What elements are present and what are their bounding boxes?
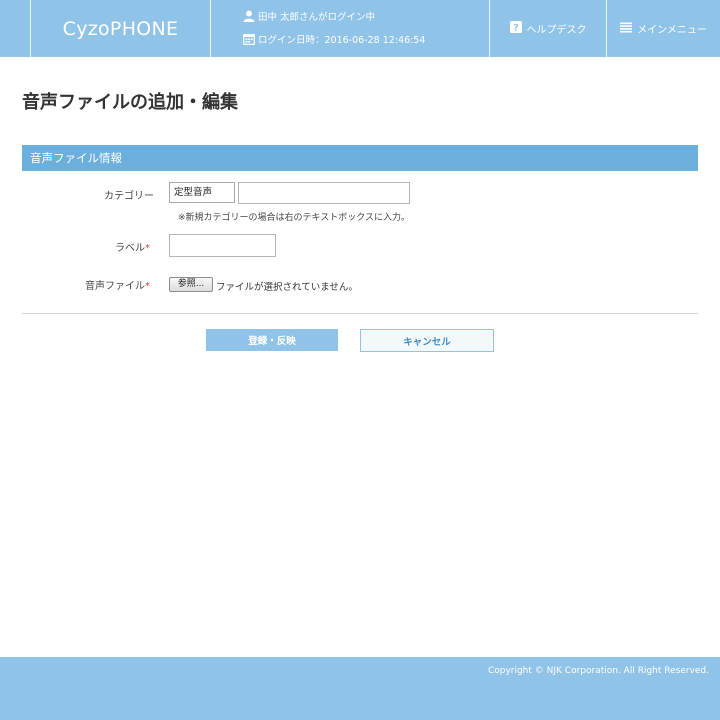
main-menu-button[interactable]: メインメニュー: [607, 0, 720, 57]
top-header: CyzoPHONE 田中 太郎さんがログイン中 ログイン日時：2016-06-2…: [0, 0, 720, 57]
user-icon: [243, 10, 255, 22]
user-info: 田中 太郎さんがログイン中 ログイン日時：2016-06-28 12:46:54: [243, 8, 425, 54]
label-field-label: ラベル*: [10, 239, 150, 254]
question-icon: ?: [509, 21, 522, 36]
audio-file-label: 音声ファイル*: [10, 277, 150, 292]
main-menu-label: メインメニュー: [637, 25, 707, 36]
helpdesk-button[interactable]: ? ヘルプデスク: [490, 0, 606, 57]
submit-button[interactable]: 登録・反映: [206, 329, 338, 351]
calendar-icon: [243, 33, 255, 45]
audio-file-text: 音声ファイル: [85, 281, 145, 292]
cancel-button[interactable]: キャンセル: [360, 329, 494, 352]
user-name: 田中 太郎さんがログイン中: [258, 12, 376, 23]
user-name-row: 田中 太郎さんがログイン中: [243, 8, 425, 24]
section-header: 音声ファイル情報: [22, 145, 698, 171]
category-label: カテゴリー: [104, 191, 154, 202]
label-field-text: ラベル: [115, 243, 145, 254]
page-footer: Copyright © NJK Corporation. All Right R…: [0, 657, 720, 720]
header-divider: [210, 0, 211, 57]
new-category-input[interactable]: [238, 182, 410, 204]
hamburger-menu-icon: [620, 22, 633, 36]
app-logo[interactable]: CyzoPHONE: [31, 0, 210, 57]
label-input[interactable]: [169, 234, 276, 257]
login-time-row: ログイン日時：2016-06-28 12:46:54: [243, 31, 425, 47]
browse-button[interactable]: 参照...: [169, 277, 213, 292]
form-divider: [22, 313, 698, 314]
required-mark: *: [145, 281, 150, 292]
category-note: ※新規カテゴリーの場合は右のテキストボックスに入力。: [178, 213, 411, 223]
copyright-text: Copyright © NJK Corporation. All Right R…: [487, 666, 709, 676]
file-status-text: ファイルが選択されていません。: [216, 282, 358, 293]
svg-text:?: ?: [513, 24, 518, 34]
category-select[interactable]: 定型音声: [169, 182, 235, 203]
login-datetime: ログイン日時：2016-06-28 12:46:54: [258, 35, 426, 46]
required-mark: *: [145, 243, 150, 254]
helpdesk-label: ヘルプデスク: [526, 25, 587, 36]
page-title: 音声ファイルの追加・編集: [22, 92, 238, 113]
